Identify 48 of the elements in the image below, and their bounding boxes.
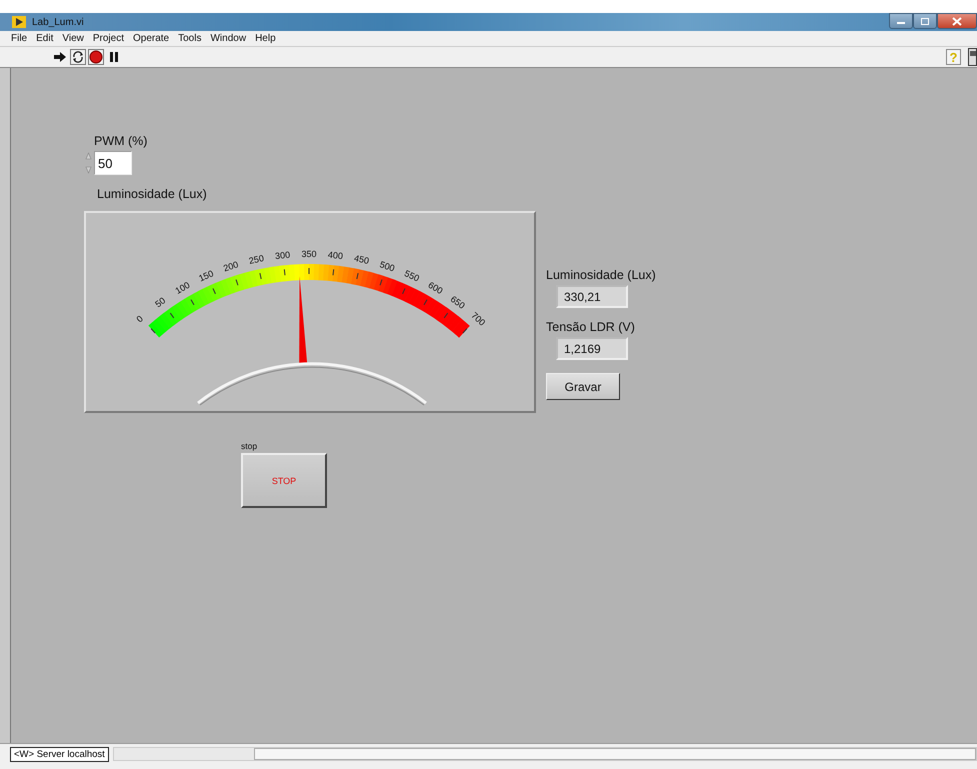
menu-item[interactable]: Tools <box>178 33 202 44</box>
scale-label: 0 <box>134 314 145 324</box>
scale-label: 200 <box>222 259 240 274</box>
control-label: PWM (%) <box>94 134 148 148</box>
numeric-indicator: 330,21 <box>556 285 628 308</box>
run-continuously-button[interactable] <box>70 49 86 65</box>
menu-item[interactable]: Operate <box>132 33 170 44</box>
numeric-input-field[interactable]: 50 <box>94 151 132 175</box>
cycle-arrows-icon <box>71 50 85 64</box>
menu-item[interactable]: View <box>62 33 84 44</box>
gauge-label: Luminosidade (Lux) <box>97 187 207 201</box>
stop-circle-icon <box>89 50 103 64</box>
scale-label: 400 <box>327 250 344 262</box>
indicator-label: Tensão LDR (V) <box>546 320 635 334</box>
button-label: stop <box>241 441 258 451</box>
indicator-label: Luminosidade (Lux) <box>546 268 656 282</box>
window-title: Lab_Lum.vi <box>32 16 84 28</box>
numeric-indicator: 1,2169 <box>556 337 628 360</box>
minimize-button[interactable] <box>889 13 913 29</box>
scale-label: 150 <box>197 268 215 284</box>
scale-label: 250 <box>248 253 265 266</box>
menu-item[interactable]: Project <box>92 33 124 44</box>
run-button[interactable] <box>52 49 68 65</box>
maximize-icon <box>920 16 930 26</box>
abort-button[interactable] <box>88 49 104 65</box>
scale-label: 700 <box>469 310 488 328</box>
scale-label: 650 <box>448 294 467 311</box>
run-arrow-icon <box>53 51 67 63</box>
scale-label: 50 <box>153 295 168 310</box>
scale-label: 500 <box>378 259 396 274</box>
scale-label: 350 <box>301 249 317 259</box>
pause-icon <box>109 51 119 63</box>
scale-label: 600 <box>426 280 444 296</box>
horizontal-scrollbar[interactable] <box>112 747 977 761</box>
scale-label: 300 <box>274 250 291 262</box>
menu-item[interactable]: Help <box>255 33 276 44</box>
scale-label: 450 <box>353 253 370 266</box>
menu-item[interactable]: Edit <box>36 33 54 44</box>
close-icon <box>952 16 962 26</box>
menu-item[interactable]: Window <box>210 33 246 44</box>
connector-pane-icon <box>968 48 977 66</box>
scale-label: 100 <box>174 280 192 296</box>
scale-label: 550 <box>403 268 421 284</box>
record-button[interactable]: Gravar <box>546 373 620 400</box>
menu-item[interactable]: File <box>11 33 28 44</box>
application-context: <W> Server localhost <box>10 747 109 762</box>
close-button[interactable] <box>937 13 977 29</box>
maximize-button[interactable] <box>913 13 937 29</box>
